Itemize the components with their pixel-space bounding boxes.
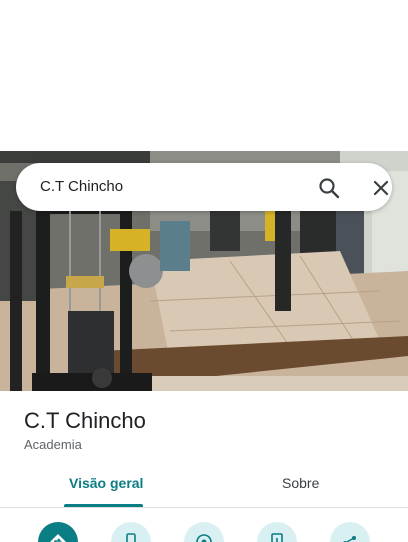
blank-header-area (0, 0, 408, 151)
website-icon (195, 522, 213, 542)
phone-icon (122, 522, 140, 542)
website-button[interactable] (184, 522, 224, 542)
tab-bar: Visão geral Sobre (0, 466, 408, 508)
directions-icon (49, 522, 67, 542)
save-button[interactable] (257, 522, 297, 542)
search-bar[interactable]: C.T Chincho (16, 163, 392, 211)
tab-about[interactable]: Sobre (282, 475, 319, 491)
call-button[interactable] (111, 522, 151, 542)
search-icon[interactable] (316, 175, 342, 201)
place-title: C.T Chincho (24, 408, 146, 433)
save-icon (268, 522, 286, 542)
share-icon (341, 522, 359, 542)
search-query-text[interactable]: C.T Chincho (40, 178, 123, 195)
tab-overview[interactable]: Visão geral (69, 475, 143, 491)
close-icon[interactable] (368, 175, 394, 201)
directions-button[interactable] (38, 522, 78, 542)
active-tab-indicator (64, 504, 143, 507)
action-buttons-row (0, 520, 408, 542)
share-button[interactable] (330, 522, 370, 542)
place-category[interactable]: Academia (24, 437, 82, 452)
